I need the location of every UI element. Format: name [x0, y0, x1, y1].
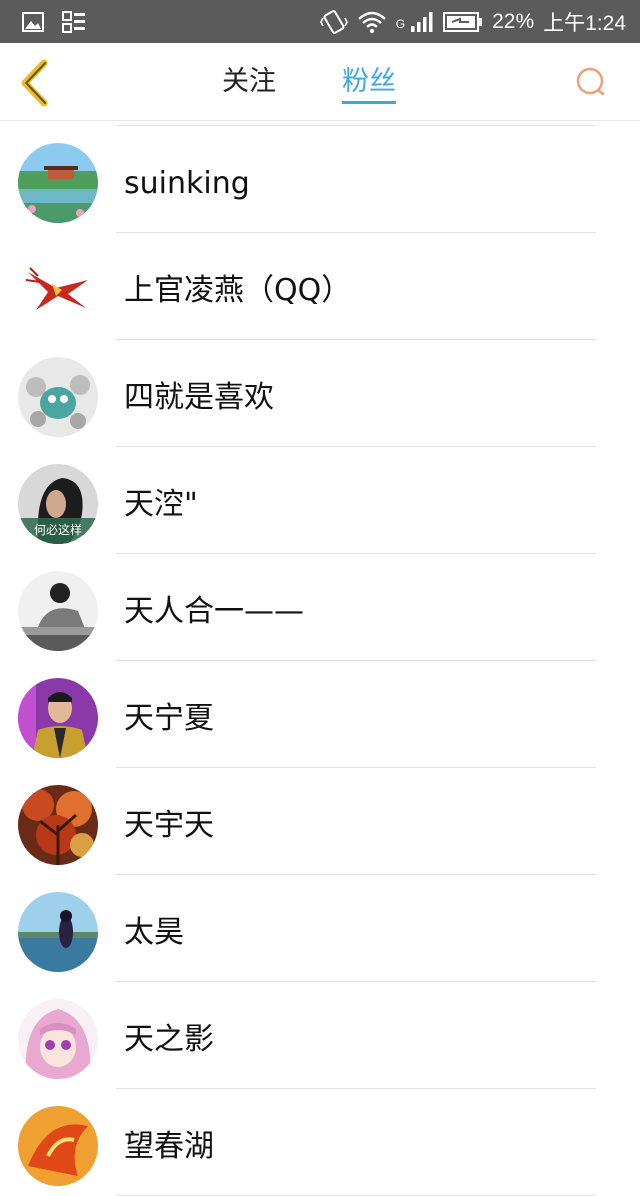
- fan-name: 太昊: [124, 915, 184, 950]
- svg-text:何必这样: 何必这样: [34, 522, 82, 537]
- fan-name: 上官凌燕（QQ）: [124, 273, 352, 308]
- avatar: [18, 1106, 98, 1186]
- tab-following[interactable]: 关注: [222, 63, 276, 103]
- avatar: [18, 571, 98, 651]
- fan-name: 天人合一——: [124, 594, 304, 629]
- app-notification-icon: [62, 11, 85, 33]
- tab-bar: 关注 粉丝: [0, 43, 640, 120]
- search-button[interactable]: [572, 63, 610, 101]
- list-item[interactable]: 四就是喜欢: [0, 340, 640, 447]
- avatar: [18, 785, 98, 865]
- gallery-notification-icon: [22, 12, 44, 32]
- fan-name: 天宇天: [124, 808, 214, 843]
- tab-fans[interactable]: 粉丝: [342, 63, 396, 104]
- list-item[interactable]: 天之影: [0, 982, 640, 1089]
- avatar: [18, 250, 98, 330]
- clock: 上午1:24: [543, 11, 626, 35]
- fan-name: 天涳": [124, 487, 198, 522]
- avatar: [18, 999, 98, 1079]
- list-item[interactable]: 何必这样 天涳": [0, 447, 640, 554]
- search-icon: [576, 67, 605, 96]
- avatar: [18, 892, 98, 972]
- list-item[interactable]: 天宁夏: [0, 661, 640, 768]
- fan-name: 望春湖: [124, 1129, 214, 1164]
- avatar: [18, 143, 98, 223]
- list-item[interactable]: suinking: [0, 126, 640, 233]
- avatar: 何必这样: [18, 464, 98, 544]
- network-type-label: G: [395, 17, 406, 31]
- status-bar: G 22% 上午1:24: [0, 0, 640, 43]
- list-item[interactable]: 天宇天: [0, 768, 640, 875]
- signal-icon: [411, 11, 433, 32]
- battery-icon: [443, 11, 483, 32]
- battery-percent: 22%: [492, 9, 535, 33]
- avatar: [18, 678, 98, 758]
- fan-name: 天之影: [124, 1022, 214, 1057]
- list-item[interactable]: 太昊: [0, 875, 640, 982]
- fan-name: 四就是喜欢: [124, 380, 274, 415]
- wifi-icon: [357, 11, 386, 33]
- list-item[interactable]: 上官凌燕（QQ）: [0, 233, 640, 340]
- list-item[interactable]: 天人合一——: [0, 554, 640, 661]
- fan-name: suinking: [124, 166, 250, 201]
- top-nav-bar: 关注 粉丝: [0, 43, 640, 121]
- avatar: [18, 357, 98, 437]
- fan-name: 天宁夏: [124, 701, 214, 736]
- list-item[interactable]: 望春湖: [0, 1089, 640, 1196]
- vibrate-icon: [319, 9, 348, 34]
